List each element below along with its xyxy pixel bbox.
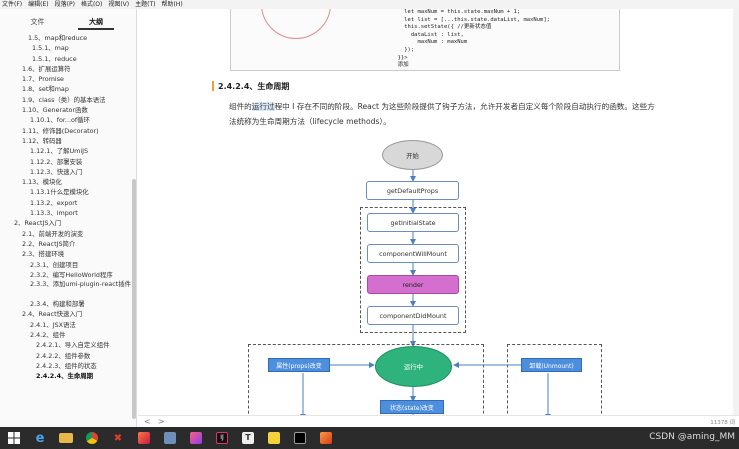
outline-item[interactable]: 2.2、ReactJS简介 (0, 239, 132, 249)
outline-item[interactable]: 2.4.1、JSX语法 (0, 320, 132, 330)
outline-item[interactable]: 1.11、修饰器(Decorator) (0, 126, 132, 136)
document-footer: < > (138, 415, 739, 427)
menu-edit[interactable]: 编辑(E) (26, 0, 52, 9)
outline-item[interactable]: 1.12.1、了解UmiJS (0, 146, 132, 156)
folder-icon[interactable] (55, 428, 77, 448)
menu-help[interactable]: 帮助(H) (160, 0, 187, 9)
document-scrollbar[interactable] (733, 9, 739, 415)
outline-item[interactable]: 1.6、扩展运算符 (0, 64, 132, 74)
sidebar-scrollbar[interactable] (132, 179, 136, 419)
menu-bar: 文件(F) 编辑(E) 段落(P) 格式(O) 视图(V) 主题(T) 帮助(H… (0, 0, 739, 9)
sidebar-tabs: 文件 大纲 (0, 9, 136, 33)
menu-view[interactable]: 视图(V) (106, 0, 133, 9)
outline-item[interactable]: 1.12.3、快速入门 (0, 167, 132, 177)
outline-item[interactable]: 2.3.3、添加umi-plugin-react插件 (0, 280, 132, 299)
menu-format[interactable]: 格式(O) (79, 0, 106, 9)
xmind-icon[interactable]: ✖ (107, 428, 129, 448)
node-state-change: 状态(state)改变 (380, 400, 444, 414)
node-props-change: 属性(props)改变 (268, 358, 330, 372)
outline-item[interactable]: 1.12、转码器 (0, 136, 132, 146)
next-icon[interactable]: > (158, 417, 165, 426)
document-area: let maxNum = this.state.maxNum + 1; let … (138, 9, 739, 427)
app-icon[interactable] (159, 428, 181, 448)
tab-files[interactable]: 文件 (20, 14, 55, 30)
outline-item[interactable]: 1.9、class（类）的基本语法 (0, 95, 132, 105)
outline-item[interactable]: 2.3、搭建环境 (0, 249, 132, 259)
node-getdefaultprops: getDefaultProps (366, 181, 459, 200)
outline-item[interactable]: 1.7、Promise (0, 74, 132, 84)
sublime-icon[interactable] (315, 428, 337, 448)
csdn-watermark: CSDN @aming_MM (649, 432, 735, 442)
menu-theme[interactable]: 主题(T) (133, 0, 159, 9)
node-componentdidmount: componentDidMount (367, 306, 459, 325)
outline-item[interactable]: 1.5.1、map (0, 43, 132, 53)
node-running: 运行中 (375, 346, 452, 387)
node-getinitialstate: getInitialState (367, 213, 459, 232)
outline-item[interactable]: 1.13、模块化 (0, 177, 132, 187)
outline-item[interactable]: 1.10、Generator函数 (0, 105, 132, 115)
node-unmount: 卸载(Unmount) (521, 358, 582, 372)
outline-item[interactable]: 1.12.2、部署安装 (0, 157, 132, 167)
cmd-icon[interactable] (289, 428, 311, 448)
outline-item[interactable]: 2.3.1、创建项目 (0, 260, 132, 270)
node-componentwillmount: componentWillMount (367, 244, 459, 263)
sidebar: 文件 大纲 1.5、map和reduce 1.5.1、map 1.5.1、reduc… (0, 9, 137, 427)
outline-item[interactable]: 2.4.2.3、组件的状态 (0, 361, 132, 371)
outline-item[interactable]: 1.13.2、export (0, 198, 132, 208)
tab-outline[interactable]: 大纲 (78, 14, 114, 30)
intellij-icon[interactable]: IJ (211, 428, 233, 448)
notes-icon[interactable] (263, 428, 285, 448)
menu-file[interactable]: 文件(F) (0, 0, 26, 9)
outline-item[interactable]: 1.8、set和map (0, 84, 132, 94)
outline-item[interactable]: 2.4、React快速入门 (0, 309, 132, 319)
windows-start-icon[interactable] (3, 428, 25, 448)
taskbar: e ✖ IJ T (0, 427, 739, 449)
ie-icon[interactable]: e (29, 428, 51, 448)
outline-item[interactable]: 1.5、map和reduce (0, 33, 132, 43)
outline-list: 1.5、map和reduce 1.5.1、map 1.5.1、reduce 1.6、扩… (0, 33, 132, 382)
outline-item[interactable]: 2.3.2、编写HelloWorld程序 (0, 270, 132, 280)
outline-item[interactable]: 1.10.1、for...of循环 (0, 115, 132, 125)
typora-icon[interactable]: T (237, 428, 259, 448)
word-count[interactable]: 11378 词 (710, 418, 735, 426)
chrome-icon[interactable] (81, 428, 103, 448)
prev-icon[interactable]: < (144, 417, 151, 426)
idea-icon-1[interactable] (133, 428, 155, 448)
outline-item[interactable]: 1.13.1什么是模块化 (0, 187, 132, 197)
outline-item[interactable]: 1.5.1、reduce (0, 54, 132, 64)
outline-item[interactable]: 1.13.3、import (0, 208, 132, 218)
idea-icon-2[interactable] (185, 428, 207, 448)
outline-item[interactable]: 2.3.4、构建和部署 (0, 299, 132, 309)
outline-item[interactable]: 2.1、前端开发的演变 (0, 229, 132, 239)
outline-item[interactable]: 2.4.2、组件 (0, 330, 132, 340)
menu-paragraph[interactable]: 段落(P) (53, 0, 79, 9)
outline-item[interactable]: 2.4.2.1、导入自定义组件 (0, 340, 132, 350)
outline-item[interactable]: 2.4.2.4、生命周期 (0, 371, 132, 381)
outline-item[interactable]: 2、ReactJS入门 (0, 218, 132, 228)
node-start: 开始 (382, 140, 443, 170)
node-render: render (367, 275, 459, 294)
outline-item[interactable]: 2.4.2.2、组件参数 (0, 351, 132, 361)
